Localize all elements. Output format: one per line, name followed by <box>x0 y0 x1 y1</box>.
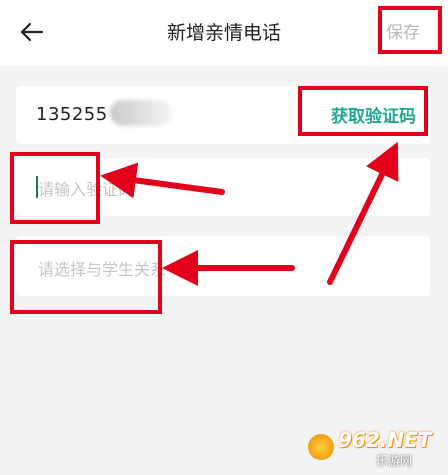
annotation-arrows <box>100 141 399 286</box>
arrow-to-code-input <box>100 162 225 199</box>
watermark-sub: 乐游网 <box>376 454 413 468</box>
watermark-logo-icon <box>308 434 334 460</box>
watermark: 962.NET 乐游网 <box>308 428 446 474</box>
arrow-to-get-code <box>327 141 399 285</box>
watermark-brand: 962.NET <box>338 428 432 452</box>
